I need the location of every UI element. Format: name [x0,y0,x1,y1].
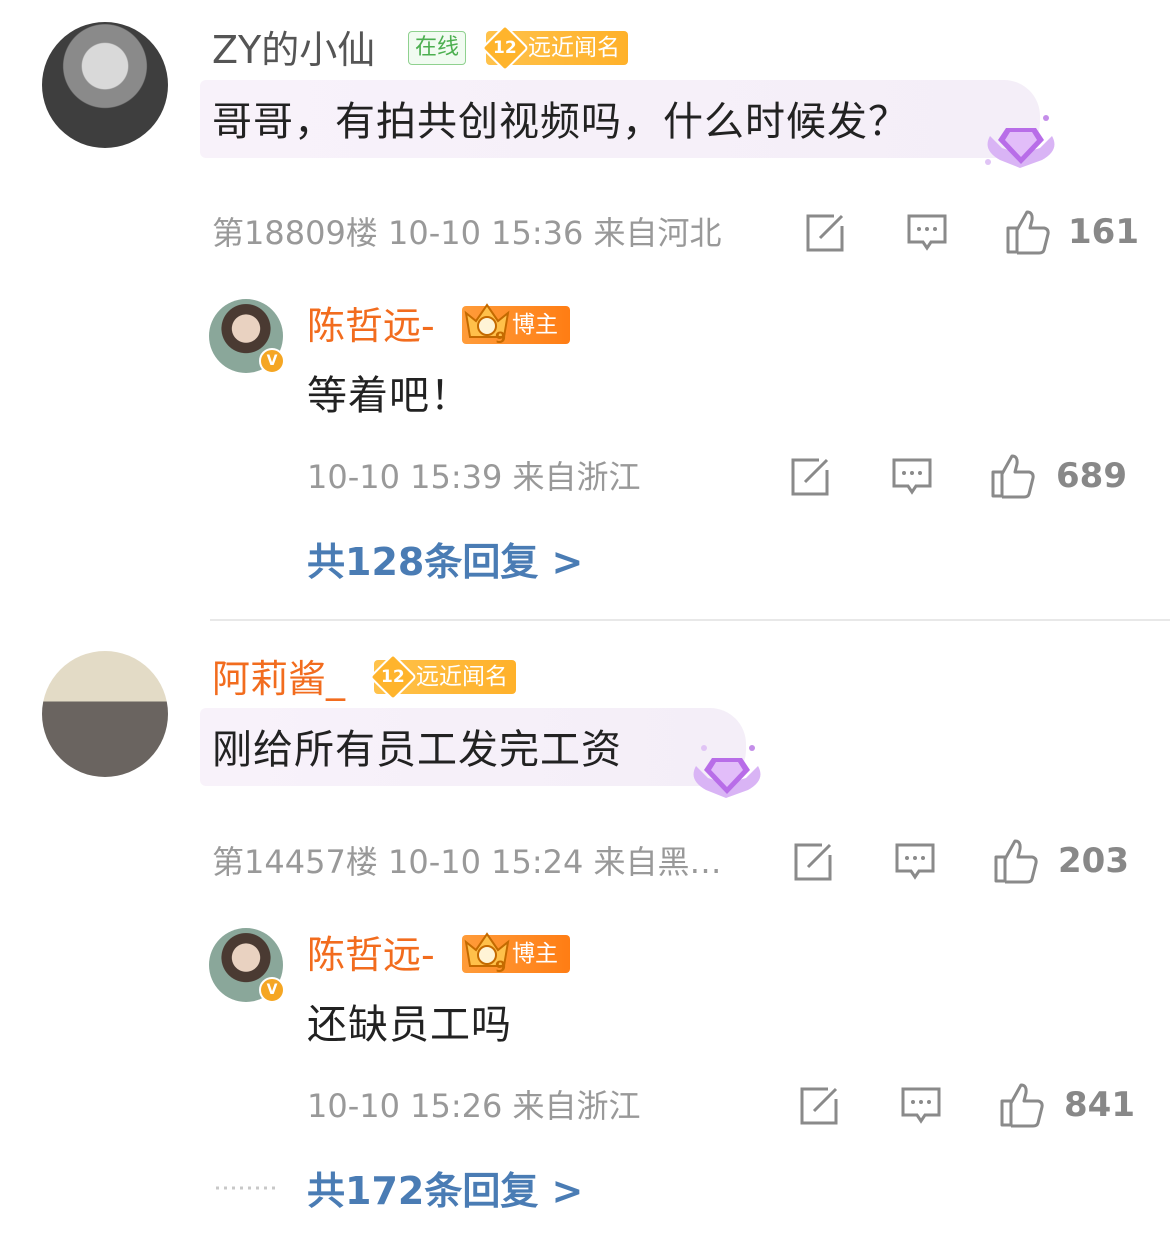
edit-icon[interactable] [798,1085,842,1127]
svg-text:9: 9 [495,957,506,976]
more-replies-link[interactable]: 共172条回复 > [307,1169,583,1213]
reply-meta: 10-10 15:39 来自浙江 [307,458,641,496]
online-status-badge: 在线 [408,31,467,65]
like-icon[interactable] [998,1079,1046,1129]
comment-icon[interactable] [891,456,933,498]
level-icon: 12 [480,23,530,73]
comment-icon[interactable] [906,212,948,254]
comment-meta: 第18809楼 10-10 15:36 来自河北 [212,214,722,252]
svg-text:9: 9 [495,328,506,347]
comment-meta: 第14457楼 10-10 15:24 来自黑… [212,843,722,881]
like-count: 161 [1068,212,1139,252]
divider [210,619,1170,621]
comment-icon[interactable] [894,841,936,883]
like-icon[interactable] [1004,206,1052,256]
like-icon[interactable] [989,450,1037,500]
edit-icon[interactable] [804,212,848,254]
like-count: 689 [1056,456,1127,496]
fan-level-badge[interactable]: 12 远近闻名 [480,23,628,73]
edit-icon[interactable] [792,841,836,883]
edit-icon[interactable] [789,456,833,498]
verified-icon: V [259,977,285,1003]
reply-text: 等着吧！ [307,373,471,419]
like-count: 203 [1058,841,1129,881]
comment-text: 哥哥，有拍共创视频吗，什么时候发？ [212,99,909,145]
avatar[interactable] [42,22,168,148]
crown-badge-icon: 9 [464,303,510,347]
avatar[interactable] [42,651,168,777]
reply-text: 还缺员工吗 [307,1002,512,1048]
comment-icon[interactable] [900,1085,942,1127]
comment-text: 刚给所有员工发完工资 [212,727,622,773]
reply-username[interactable]: 陈哲远- [307,933,435,977]
diamond-decoration-icon [985,115,1055,168]
like-count: 841 [1064,1085,1135,1125]
diamond-decoration-icon [693,745,761,798]
like-icon[interactable] [992,835,1040,885]
more-replies-link[interactable]: 共128条回复 > [307,540,583,584]
reply-username[interactable]: 陈哲远- [307,304,435,348]
fan-level-badge[interactable]: 12 远近闻名 [368,652,516,702]
reply-meta: 10-10 15:26 来自浙江 [307,1087,641,1125]
username[interactable]: ZY的小仙 [212,28,375,72]
crown-badge-icon: 9 [464,932,510,976]
level-icon: 12 [368,652,418,702]
verified-icon: V [259,348,285,374]
dotted-thread-line [216,1186,276,1190]
username[interactable]: 阿莉酱_ [212,657,345,701]
